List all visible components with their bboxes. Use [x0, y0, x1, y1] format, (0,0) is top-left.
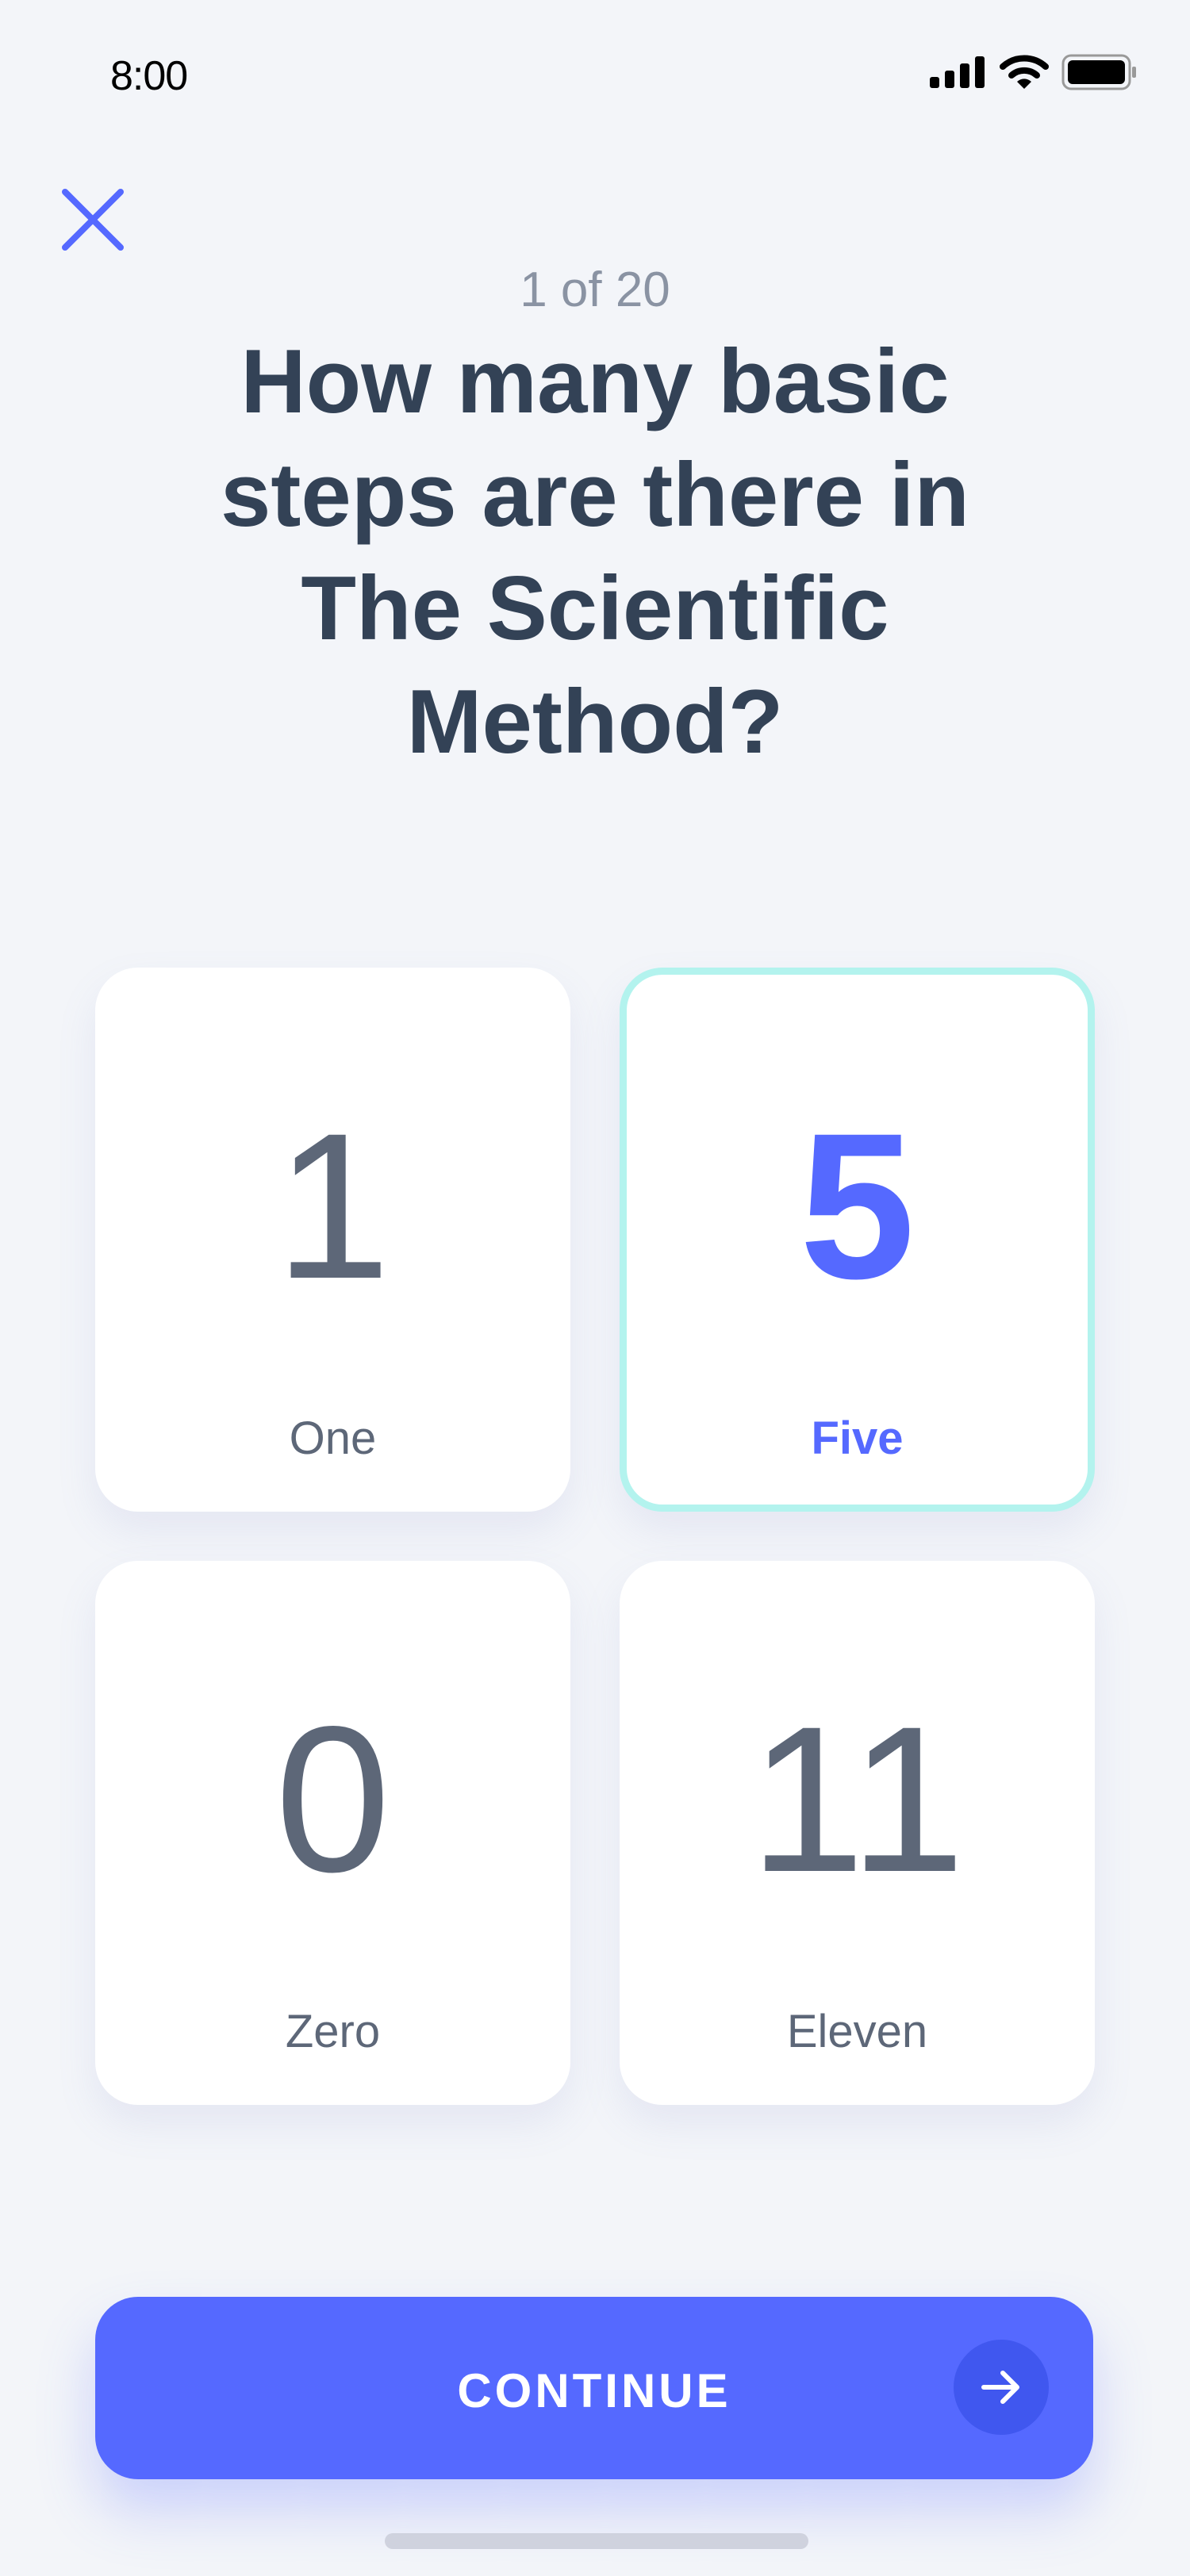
close-button[interactable] [60, 187, 125, 252]
answer-option-zero[interactable]: 0 Zero [95, 1561, 570, 2105]
status-icons [930, 54, 1138, 90]
close-icon [62, 189, 124, 251]
option-number: 1 [274, 1090, 391, 1322]
option-label: Five [811, 1413, 904, 1464]
option-number: 0 [274, 1683, 391, 1915]
option-label: One [289, 1413, 377, 1464]
wifi-icon [1000, 55, 1049, 89]
option-label: Eleven [786, 2006, 928, 2057]
option-number: 5 [799, 1090, 916, 1322]
signal-icon [930, 56, 985, 88]
arrow-right-icon [954, 2340, 1049, 2435]
question-progress: 1 of 20 [520, 263, 670, 317]
option-label: Zero [285, 2006, 381, 2057]
battery-icon [1061, 54, 1136, 90]
continue-button[interactable]: CONTINUE [95, 2297, 1093, 2479]
answer-option-five[interactable]: 5 Five [620, 968, 1095, 1512]
option-number: 11 [749, 1683, 965, 1915]
home-indicator[interactable] [385, 2533, 808, 2549]
answer-option-eleven[interactable]: 11 Eleven [620, 1561, 1095, 2105]
question-text: How many basic steps are there in The Sc… [220, 332, 970, 772]
status-time: 8:00 [110, 53, 188, 99]
continue-label: CONTINUE [457, 2364, 731, 2417]
answer-option-one[interactable]: 1 One [95, 968, 570, 1512]
